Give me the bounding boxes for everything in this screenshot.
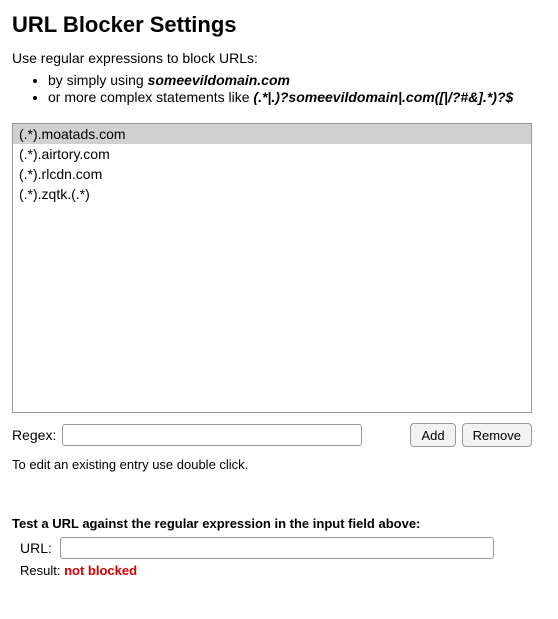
example-simple-code: someevildomain.com bbox=[148, 72, 290, 88]
list-item[interactable]: (.*).zqtk.(.*) bbox=[13, 184, 531, 204]
example-simple: by simply using someevildomain.com bbox=[48, 72, 546, 88]
example-complex-prefix: or more complex statements like bbox=[48, 89, 253, 105]
regex-listbox[interactable]: (.*).moatads.com(.*).airtory.com(.*).rlc… bbox=[12, 123, 532, 413]
page-title: URL Blocker Settings bbox=[12, 12, 546, 38]
result-value: not blocked bbox=[64, 563, 137, 578]
list-item[interactable]: (.*).moatads.com bbox=[13, 124, 531, 144]
intro-text: Use regular expressions to block URLs: bbox=[12, 50, 546, 66]
url-label: URL: bbox=[20, 540, 52, 556]
regex-label: Regex: bbox=[12, 427, 56, 443]
result-label: Result: bbox=[20, 563, 64, 578]
test-title: Test a URL against the regular expressio… bbox=[12, 516, 546, 531]
example-complex: or more complex statements like (.*|.)?s… bbox=[48, 89, 546, 105]
regex-input[interactable] bbox=[62, 424, 362, 446]
example-simple-prefix: by simply using bbox=[48, 72, 148, 88]
remove-button[interactable]: Remove bbox=[462, 423, 532, 447]
list-item[interactable]: (.*).rlcdn.com bbox=[13, 164, 531, 184]
url-input[interactable] bbox=[60, 537, 494, 559]
result-row: Result: not blocked bbox=[12, 563, 546, 578]
example-list: by simply using someevildomain.com or mo… bbox=[12, 72, 546, 105]
edit-hint: To edit an existing entry use double cli… bbox=[12, 457, 546, 472]
add-button[interactable]: Add bbox=[410, 423, 455, 447]
list-item[interactable]: (.*).airtory.com bbox=[13, 144, 531, 164]
example-complex-code: (.*|.)?someevildomain|.com([|/?#&].*)?$ bbox=[253, 89, 513, 105]
